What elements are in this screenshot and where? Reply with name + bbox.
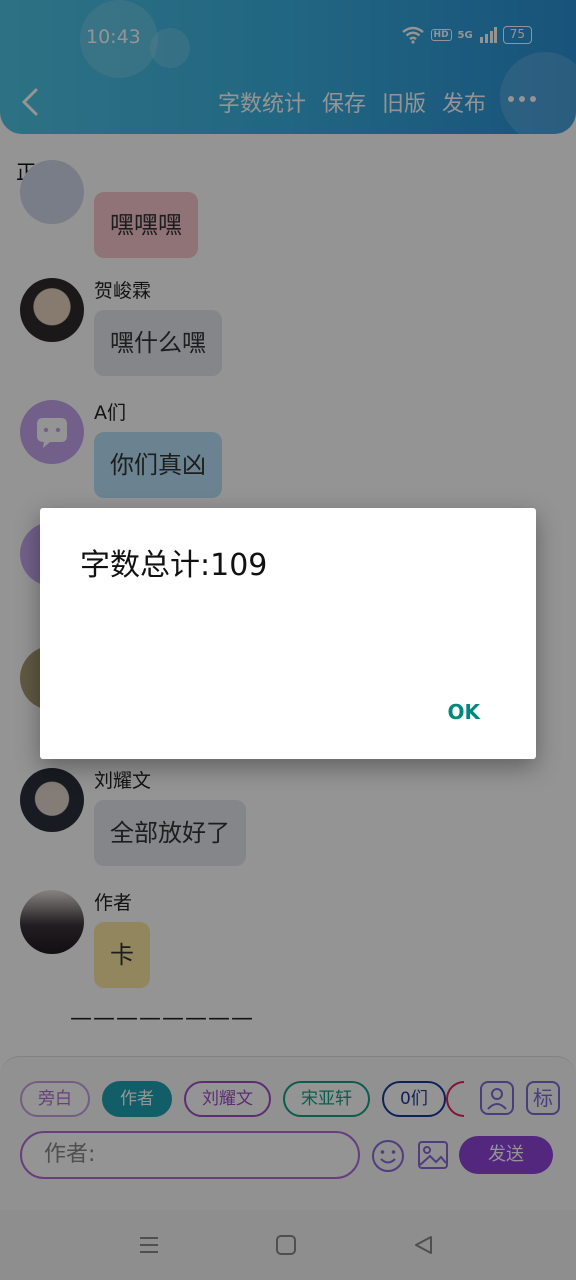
ok-button[interactable]: OK: [448, 700, 481, 724]
word-count-dialog: 字数总计:109 OK: [40, 508, 536, 759]
dialog-title: 字数总计:109: [80, 548, 268, 583]
